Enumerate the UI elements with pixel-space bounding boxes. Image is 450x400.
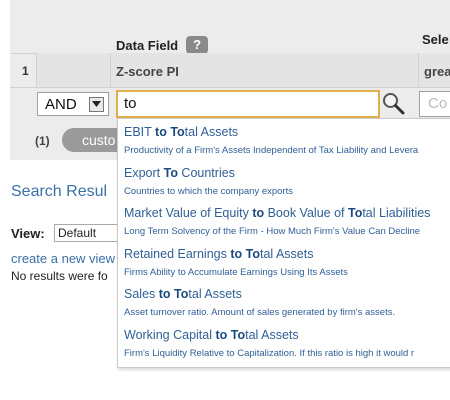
field-search-input[interactable]: to — [116, 90, 380, 118]
data-field-header: Data Field ? — [116, 36, 209, 54]
suggestion-title-text: tal Liabilities — [362, 206, 431, 220]
suggestion-title-match: to — [252, 206, 265, 220]
row-number-spacer-cell — [36, 53, 111, 87]
suggestion-description: Countries to which the company exports — [124, 185, 293, 197]
suggestion-title-match: To — [347, 206, 363, 220]
suggestion-title-text: tal Assets — [245, 327, 299, 342]
conjunction-value: AND — [45, 95, 77, 113]
row-number: 1 — [22, 64, 29, 78]
create-view-link[interactable]: create a new view — [11, 251, 115, 266]
select-header: Sele — [422, 32, 449, 47]
suggestion-title-match: to — [155, 125, 167, 139]
suggestion-title-text: Export — [124, 165, 164, 180]
criteria-count: (1) — [35, 134, 50, 148]
suggestion-title-match: to — [215, 327, 228, 342]
suggestion-title-match: To — [230, 327, 246, 342]
suggestion-item[interactable]: EBIT to Total Assets Productivity of a Fi… — [118, 125, 450, 165]
field-name: Z-score PI — [116, 64, 179, 79]
data-field-header-label: Data Field — [116, 37, 179, 53]
suggestion-title: EBIT to Total Assets — [124, 125, 238, 139]
suggestion-title-text: Sales — [124, 287, 159, 301]
suggestion-item[interactable]: Export To Countries Countries to which th… — [118, 166, 450, 206]
suggestion-title-text: tal Assets — [184, 125, 239, 139]
suggestion-title-text: Countries — [177, 165, 235, 180]
suggestion-description: Firm's Liquidity Relative to Capitalizat… — [124, 347, 415, 359]
suggestion-title-text: Retained Earnings — [124, 246, 231, 261]
suggestion-item[interactable]: Working Capital to Total Assets Firm's Li… — [118, 328, 450, 368]
suggestion-title: Market Value of Equity to Book Value of … — [124, 206, 430, 220]
search-icon[interactable] — [381, 91, 405, 120]
suggestion-description: Long Term Solvency of the Firm - How Muc… — [124, 226, 421, 237]
suggestion-title-text: EBIT — [124, 125, 156, 139]
suggestion-description: Productivity of a Firm's Assets Independ… — [124, 145, 419, 156]
search-results-heading: Search Resul — [11, 183, 108, 200]
suggestion-title-match: To — [163, 165, 178, 180]
suggestion-title-text: tal Assets — [259, 246, 314, 261]
suggestion-title-text: Working Capital — [124, 327, 216, 342]
suggestion-title: Export To Countries — [124, 166, 235, 180]
suggestion-title-text: Book Value of — [264, 206, 348, 220]
suggestion-description: Firms Ability to Accumulate Earnings Usi… — [124, 266, 348, 278]
suggestion-title-match: To — [174, 287, 189, 301]
suggestion-item[interactable]: Sales to Total Assets Asset turnover rati… — [118, 287, 450, 327]
suggestion-item[interactable]: Market Value of Equity to Book Value of … — [118, 206, 450, 246]
help-icon[interactable]: ? — [186, 36, 209, 54]
suggestion-title-text: tal Assets — [188, 287, 242, 301]
suggestion-description: Asset turnover ratio. Amount of sales ge… — [124, 307, 396, 318]
value-input[interactable]: Co — [419, 91, 450, 117]
view-label: View: — [11, 226, 45, 241]
suggestion-title-match: to — [158, 287, 171, 301]
suggestion-title: Retained Earnings to Total Assets — [124, 247, 313, 261]
no-results-message: No results were fo — [11, 269, 108, 283]
suggestion-title-match: to — [230, 246, 243, 261]
operator-name: grea — [424, 64, 450, 79]
suggestion-title: Working Capital to Total Assets — [124, 328, 299, 342]
suggestion-title-match: To — [170, 125, 185, 139]
chevron-down-icon[interactable] — [89, 96, 104, 112]
suggestion-dropdown: EBIT to Total Assets Productivity of a Fi… — [117, 118, 450, 368]
suggestion-title-match: To — [245, 246, 260, 261]
conjunction-select[interactable]: AND — [37, 92, 109, 116]
suggestion-title-text: Market Value of Equity — [124, 206, 253, 220]
suggestion-item[interactable]: Retained Earnings to Total Assets Firms A… — [118, 247, 450, 287]
row-divider-bottom — [10, 87, 450, 88]
suggestion-title: Sales to Total Assets — [124, 287, 242, 301]
